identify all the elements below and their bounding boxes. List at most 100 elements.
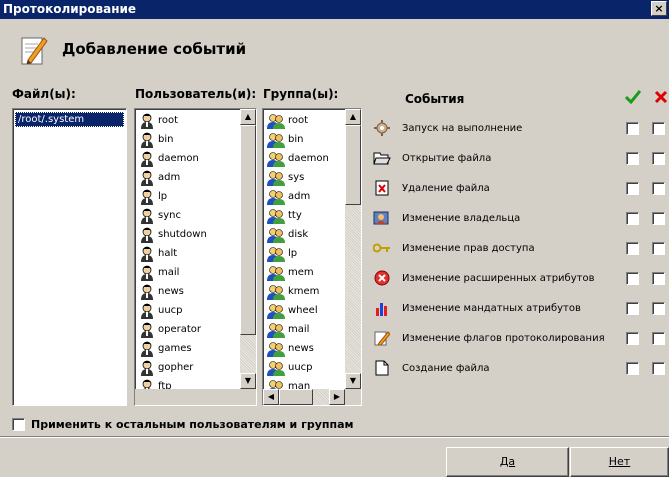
event-failure-checkbox[interactable] xyxy=(652,182,665,195)
scroll-left-button[interactable]: ◀ xyxy=(263,389,279,405)
user-icon xyxy=(139,227,158,243)
ok-button[interactable]: Да xyxy=(446,447,569,477)
scroll-up-button[interactable]: ▲ xyxy=(240,109,256,125)
group-icon xyxy=(267,265,288,281)
key-icon xyxy=(372,238,392,258)
list-item-label: uucp xyxy=(158,305,183,316)
list-item-label: kmem xyxy=(288,286,320,297)
event-failure-checkbox[interactable] xyxy=(652,332,665,345)
event-success-checkbox[interactable] xyxy=(626,302,639,315)
users-vertical-scrollbar[interactable]: ▲ ▼ xyxy=(240,109,256,389)
event-success-checkbox[interactable] xyxy=(626,182,639,195)
event-success-checkbox[interactable] xyxy=(626,242,639,255)
list-item[interactable]: bin xyxy=(135,130,256,149)
list-item[interactable]: games xyxy=(135,339,256,358)
cross-icon xyxy=(654,90,668,107)
list-item-label: mail xyxy=(288,324,310,335)
scroll-right-button[interactable]: ▶ xyxy=(329,389,345,405)
event-failure-checkbox[interactable] xyxy=(652,212,665,225)
user-icon xyxy=(139,113,158,129)
event-success-checkbox[interactable] xyxy=(626,212,639,225)
list-item[interactable]: daemon xyxy=(135,149,256,168)
groups-horizontal-scrollbar[interactable]: ◀ ▶ xyxy=(263,389,345,405)
user-icon xyxy=(139,170,158,186)
list-item-label: adm xyxy=(158,172,181,183)
users-list[interactable]: root bin daemon adm lp sync shutdown halt mail ne… xyxy=(134,108,257,406)
list-item-label: news xyxy=(288,343,314,354)
list-item[interactable]: adm xyxy=(135,168,256,187)
list-item-label: gopher xyxy=(158,362,194,373)
list-item-label: tty xyxy=(288,210,302,221)
event-failure-checkbox[interactable] xyxy=(652,122,665,135)
group-icon xyxy=(267,322,288,338)
files-label: Файл(ы): xyxy=(12,87,76,101)
event-label: Создание файла xyxy=(402,362,490,374)
user-icon xyxy=(139,322,158,338)
event-success-checkbox[interactable] xyxy=(626,362,639,375)
list-item-label: shutdown xyxy=(158,229,207,240)
list-item[interactable]: lp xyxy=(135,187,256,206)
list-item-label: news xyxy=(158,286,184,297)
list-item-label: uucp xyxy=(288,362,313,373)
pencil-icon xyxy=(372,328,392,348)
close-button[interactable]: × xyxy=(651,1,667,16)
apply-to-others-label: Применить к остальным пользователям и гр… xyxy=(31,418,354,431)
file-item[interactable]: /root/.system xyxy=(15,112,124,127)
delete-file-icon xyxy=(372,178,392,198)
event-success-checkbox[interactable] xyxy=(626,152,639,165)
list-item[interactable]: operator xyxy=(135,320,256,339)
user-icon xyxy=(139,189,158,205)
group-icon xyxy=(267,303,288,319)
list-item-label: root xyxy=(158,115,179,126)
scroll-thumb[interactable] xyxy=(240,125,256,335)
list-item[interactable]: root xyxy=(135,111,256,130)
event-failure-checkbox[interactable] xyxy=(652,272,665,285)
list-item[interactable]: shutdown xyxy=(135,225,256,244)
event-label: Изменение мандатных атрибутов xyxy=(402,302,581,314)
h-scroll-thumb[interactable] xyxy=(279,389,313,405)
event-row: Открытие файла xyxy=(372,148,491,168)
list-item-label: disk xyxy=(288,229,309,240)
event-failure-checkbox[interactable] xyxy=(652,362,665,375)
user-icon xyxy=(139,341,158,357)
groups-vertical-scrollbar[interactable]: ▲ ▼ xyxy=(345,109,361,389)
scroll-up-button[interactable]: ▲ xyxy=(345,109,361,125)
groups-list[interactable]: root bin daemon sys adm tty disk lp mem kmem wheel… xyxy=(262,108,362,406)
list-item-label: daemon xyxy=(288,153,329,164)
event-row: Изменение владельца xyxy=(372,208,520,228)
event-success-checkbox[interactable] xyxy=(626,272,639,285)
scroll-thumb[interactable] xyxy=(345,125,361,205)
users-label: Пользователь(и): xyxy=(135,87,257,101)
event-label: Удаление файла xyxy=(402,182,490,194)
list-item[interactable]: uucp xyxy=(135,301,256,320)
owner-icon xyxy=(372,208,392,228)
event-failure-checkbox[interactable] xyxy=(652,302,665,315)
event-row: Изменение расширенных атрибутов xyxy=(372,268,594,288)
event-label: Изменение прав доступа xyxy=(402,242,535,254)
event-success-checkbox[interactable] xyxy=(626,332,639,345)
event-row: Запуск на выполнение xyxy=(372,118,522,138)
scroll-down-button[interactable]: ▼ xyxy=(240,373,256,389)
event-failure-checkbox[interactable] xyxy=(652,242,665,255)
event-success-checkbox[interactable] xyxy=(626,122,639,135)
list-item[interactable]: mail xyxy=(135,263,256,282)
files-list[interactable]: /root/.system xyxy=(12,108,127,406)
apply-to-others-checkbox[interactable] xyxy=(12,418,25,431)
list-item[interactable]: news xyxy=(135,282,256,301)
event-label: Открытие файла xyxy=(402,152,492,164)
scroll-down-button[interactable]: ▼ xyxy=(345,373,361,389)
list-item-label: sync xyxy=(158,210,181,221)
event-label: Изменение флагов протоколирования xyxy=(402,332,605,344)
group-icon xyxy=(267,189,288,205)
list-item[interactable]: halt xyxy=(135,244,256,263)
list-item-label: games xyxy=(158,343,192,354)
list-item[interactable]: gopher xyxy=(135,358,256,377)
list-item[interactable]: sync xyxy=(135,206,256,225)
page-title: Добавление событий xyxy=(62,40,247,58)
apply-to-others-option[interactable]: Применить к остальным пользователям и гр… xyxy=(12,418,353,431)
group-icon xyxy=(267,341,288,357)
cancel-button[interactable]: Нет xyxy=(570,447,669,477)
event-failure-checkbox[interactable] xyxy=(652,152,665,165)
list-item-label: bin xyxy=(158,134,174,145)
user-icon xyxy=(139,360,158,376)
